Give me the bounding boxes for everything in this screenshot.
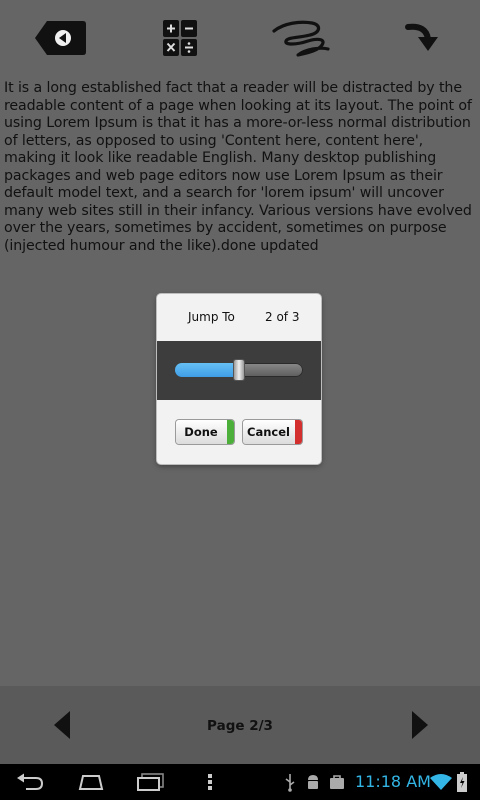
back-label-icon bbox=[35, 21, 86, 55]
dialog-header: Jump To 2 of 3 bbox=[157, 294, 321, 341]
bottom-bar: Page 2/3 bbox=[0, 686, 480, 764]
recent-apps-icon bbox=[137, 773, 164, 791]
document-text: It is a long established fact that a rea… bbox=[4, 80, 472, 254]
slider-area bbox=[157, 341, 321, 400]
cancel-button[interactable]: Cancel bbox=[243, 420, 302, 444]
redo-arrow-icon bbox=[405, 23, 438, 51]
triangle-right-icon bbox=[412, 711, 428, 739]
battery-icon bbox=[456, 770, 468, 794]
page-slider[interactable] bbox=[175, 360, 303, 380]
calculator-button[interactable] bbox=[152, 14, 208, 62]
home-icon bbox=[78, 775, 104, 790]
signature-icon bbox=[272, 20, 330, 57]
done-button[interactable]: Done bbox=[176, 420, 234, 444]
page-count: 2 of 3 bbox=[265, 310, 300, 324]
cancel-label: Cancel bbox=[247, 425, 290, 439]
notification-bag-icon bbox=[328, 770, 346, 794]
next-page-button[interactable] bbox=[410, 710, 430, 740]
redo-button[interactable] bbox=[392, 14, 448, 62]
back-arrow-icon bbox=[17, 773, 44, 790]
system-back-button[interactable] bbox=[14, 770, 46, 794]
dialog-title: Jump To bbox=[188, 310, 235, 324]
wifi-icon bbox=[430, 770, 452, 794]
system-bar: 11:18 AM bbox=[0, 764, 480, 800]
android-debug-icon bbox=[304, 770, 322, 794]
done-stripe bbox=[227, 420, 234, 444]
slider-fill bbox=[175, 363, 239, 377]
system-recents-button[interactable] bbox=[136, 770, 166, 794]
top-toolbar bbox=[0, 0, 480, 78]
jump-to-dialog: Jump To 2 of 3 Done Cancel bbox=[157, 294, 321, 464]
slider-thumb[interactable] bbox=[234, 360, 244, 380]
signature-button[interactable] bbox=[268, 14, 334, 62]
cancel-stripe bbox=[295, 420, 302, 444]
calculator-icon bbox=[163, 20, 197, 56]
system-home-button[interactable] bbox=[74, 770, 108, 794]
clock: 11:18 AM bbox=[355, 772, 431, 791]
done-label: Done bbox=[184, 425, 218, 439]
overflow-menu-icon bbox=[208, 774, 212, 790]
usb-icon bbox=[282, 770, 298, 794]
system-menu-button[interactable] bbox=[204, 770, 216, 794]
page-indicator: Page 2/3 bbox=[207, 718, 273, 734]
back-button[interactable] bbox=[32, 14, 88, 62]
